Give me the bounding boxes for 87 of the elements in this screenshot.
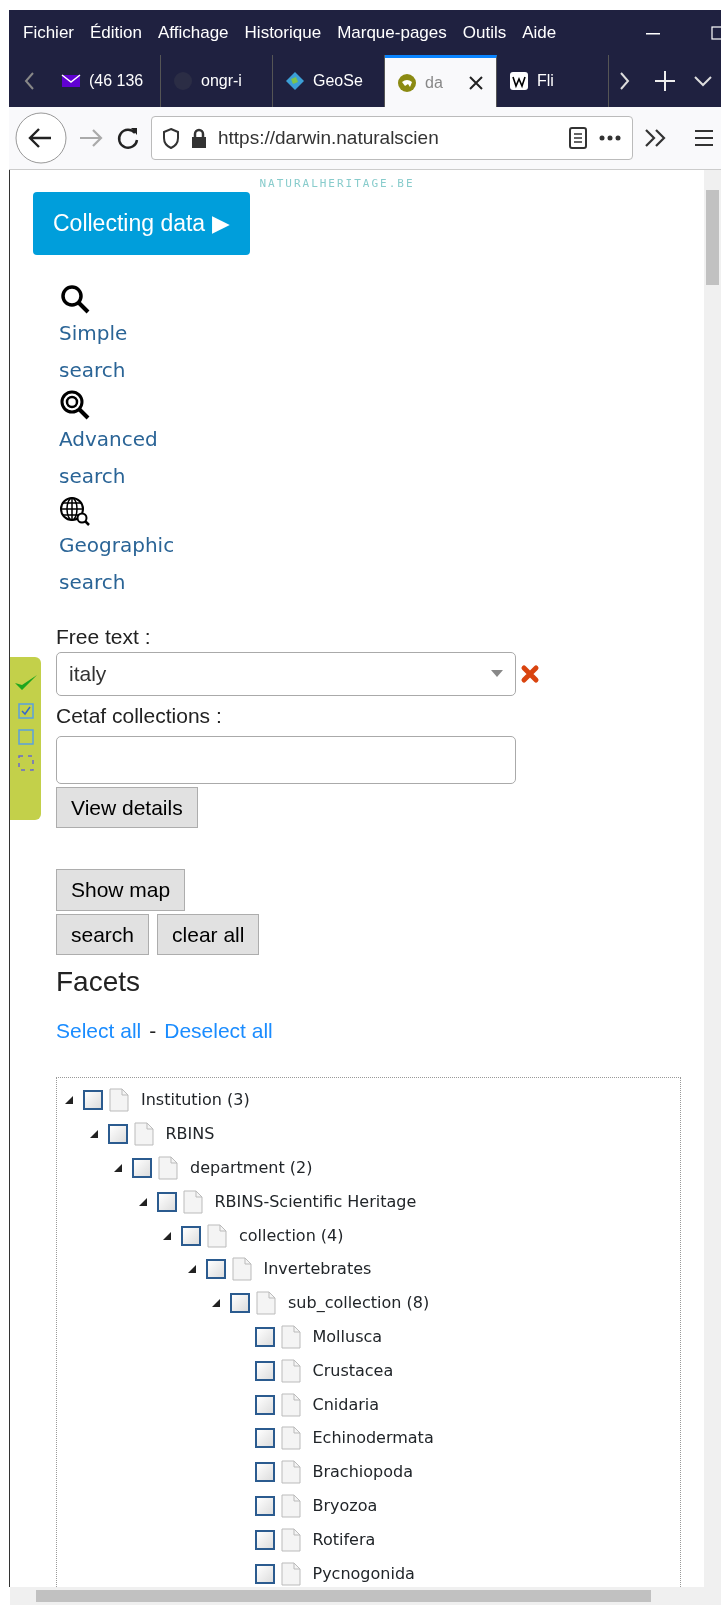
tree-item-label[interactable]: sub_collection (8): [288, 1291, 430, 1316]
document-icon: [280, 1493, 301, 1518]
tree-checkbox[interactable]: [156, 1191, 177, 1212]
search-button[interactable]: search: [56, 913, 150, 955]
tree-item-label[interactable]: RBINS: [165, 1122, 215, 1147]
tree-item-label[interactable]: Bryozoa: [312, 1493, 378, 1518]
menu-item[interactable]: Marque-pages: [329, 19, 455, 46]
tree-item-label[interactable]: Pycnogonida: [312, 1561, 415, 1586]
checked-box-icon[interactable]: [17, 703, 34, 719]
back-icon[interactable]: [15, 112, 67, 164]
document-icon: [207, 1223, 227, 1248]
search-icon[interactable]: [59, 282, 91, 315]
shield-icon: [162, 127, 180, 149]
document-icon: [280, 1324, 301, 1349]
globe-search-icon[interactable]: [59, 494, 91, 527]
tree-checkbox[interactable]: [254, 1462, 275, 1483]
separator: -: [149, 1018, 157, 1044]
close-icon[interactable]: [468, 74, 484, 91]
reload-icon[interactable]: [115, 125, 141, 151]
tree-checkbox[interactable]: [254, 1428, 275, 1449]
document-icon: [133, 1122, 154, 1147]
tree-item-label[interactable]: Rotifera: [312, 1527, 376, 1552]
document-icon: [256, 1291, 276, 1316]
tree-checkbox[interactable]: [132, 1158, 152, 1178]
tree-item-label[interactable]: RBINS-Scientific Heritage: [214, 1189, 417, 1214]
horizontal-scrollbar[interactable]: [10, 1587, 721, 1605]
tree-item-label[interactable]: Invertebrates: [263, 1257, 372, 1282]
globe-icon: [285, 71, 305, 91]
w-icon: [509, 71, 529, 91]
tree-item-label[interactable]: Cnidaria: [312, 1392, 380, 1417]
tree-checkbox[interactable]: [254, 1495, 275, 1516]
tree-checkbox[interactable]: [254, 1326, 275, 1347]
document-icon: [280, 1426, 301, 1451]
field-label: Cetaf collections :: [56, 703, 223, 729]
tree-checkbox[interactable]: [205, 1259, 226, 1280]
menu-item[interactable]: Historique: [236, 19, 330, 46]
menu-item[interactable]: Fichier: [15, 19, 82, 46]
menu-item[interactable]: Édition: [82, 19, 150, 46]
reader-view-icon[interactable]: [568, 126, 588, 150]
document-icon: [231, 1257, 252, 1282]
menu-item[interactable]: Affichage: [150, 19, 237, 46]
more-icon[interactable]: [598, 133, 622, 143]
tree-item-label[interactable]: Crustacea: [312, 1358, 394, 1383]
tree-item-label[interactable]: Echinodermata: [312, 1426, 434, 1451]
tree-checkbox[interactable]: [107, 1124, 128, 1145]
document-icon: [158, 1156, 178, 1180]
document-icon: [109, 1088, 129, 1113]
document-icon: [280, 1392, 301, 1417]
tree-checkbox[interactable]: [254, 1394, 275, 1415]
tree-checkbox[interactable]: [254, 1529, 275, 1550]
document-icon: [182, 1189, 203, 1214]
lock-icon: [190, 127, 208, 149]
document-icon: [280, 1358, 301, 1383]
tree-checkbox[interactable]: [254, 1360, 275, 1381]
address-bar[interactable]: https://darwin.naturalscien: [151, 116, 633, 160]
tree-checkbox[interactable]: [254, 1563, 275, 1584]
free-text-select[interactable]: italy: [56, 652, 516, 696]
tree-item-label[interactable]: collection (4): [239, 1223, 344, 1248]
view-details-button[interactable]: View details: [56, 786, 198, 828]
dinosaur-icon: [397, 72, 417, 93]
menu-item[interactable]: Outils: [454, 19, 515, 46]
tree-checkbox[interactable]: [83, 1090, 103, 1111]
search-link[interactable]: Simple search: [59, 314, 179, 389]
tree-checkbox[interactable]: [181, 1225, 201, 1246]
field-label: Free text :: [56, 623, 152, 650]
menu-item[interactable]: Aide: [514, 19, 565, 46]
document-icon: [280, 1460, 301, 1485]
tree-item-label[interactable]: Institution (3): [141, 1088, 250, 1113]
tree-item-label[interactable]: department (2): [190, 1156, 313, 1180]
search-link[interactable]: Geographic search: [59, 526, 179, 601]
document-icon: [280, 1561, 301, 1586]
tree-item-label[interactable]: Brachiopoda: [312, 1460, 413, 1485]
clear-icon[interactable]: [520, 664, 540, 684]
cetaf-input-field[interactable]: [56, 735, 516, 784]
section-heading: Facets: [56, 965, 142, 999]
document-icon: [280, 1527, 301, 1552]
maximize-icon[interactable]: [709, 24, 721, 41]
menu-icon[interactable]: [693, 128, 715, 148]
clear-all-button[interactable]: clear all: [157, 913, 260, 955]
search-link[interactable]: Advanced search: [59, 420, 179, 495]
dropdown-arrow-icon: [491, 670, 503, 678]
browser-tab[interactable]: da: [385, 55, 497, 107]
advanced-search-icon[interactable]: [59, 388, 91, 421]
tree-checkbox[interactable]: [230, 1293, 250, 1314]
scrollbar[interactable]: [704, 170, 721, 1587]
show-map-button[interactable]: Show map: [56, 869, 186, 911]
tree-item-label[interactable]: Mollusca: [312, 1324, 383, 1349]
